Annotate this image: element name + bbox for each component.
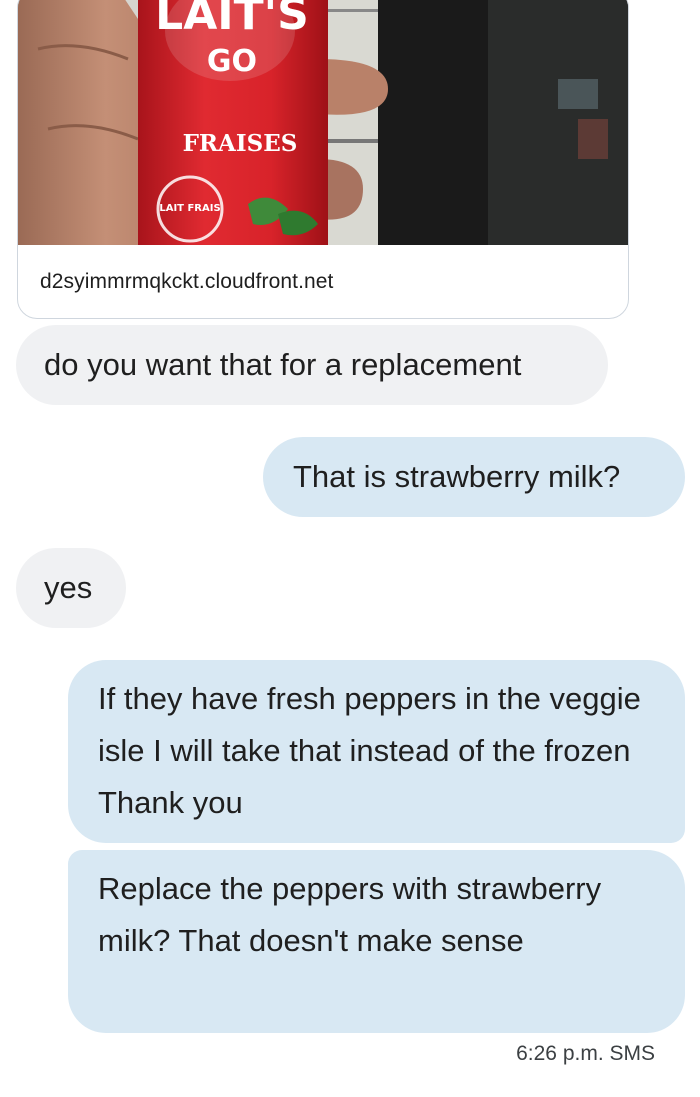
message-text: If they have fresh peppers in the veggie… [98, 681, 641, 820]
message-text: do you want that for a replacement [44, 347, 522, 382]
message-text: That is strawberry milk? [293, 459, 621, 494]
message-bubble-incoming[interactable]: yes [16, 548, 126, 628]
bottle-go-text: GO [207, 44, 257, 79]
link-preview-domain[interactable]: d2syimmrmqkckt.cloudfront.net [40, 270, 334, 294]
link-preview-image[interactable]: LAIT'S GO FRAISES LAIT FRAIS [18, 0, 628, 245]
bottle-badge-text: LAIT FRAIS [159, 203, 220, 214]
message-bubble-incoming[interactable]: do you want that for a replacement [16, 325, 608, 405]
bottle-flavor-text: FRAISES [183, 130, 298, 157]
message-timestamp: 6:26 p.m. SMS [516, 1042, 655, 1065]
link-preview-card[interactable]: LAIT'S GO FRAISES LAIT FRAIS d2syimmrmqk… [17, 0, 629, 319]
message-bubble-outgoing[interactable]: Replace the peppers with strawberry milk… [68, 850, 685, 1033]
message-bubble-outgoing[interactable]: That is strawberry milk? [263, 437, 685, 517]
message-text: yes [44, 570, 93, 605]
message-bubble-outgoing[interactable]: If they have fresh peppers in the veggie… [68, 660, 685, 843]
message-text: Replace the peppers with strawberry milk… [98, 871, 602, 958]
bottle-brand-text: LAIT'S [155, 0, 309, 40]
